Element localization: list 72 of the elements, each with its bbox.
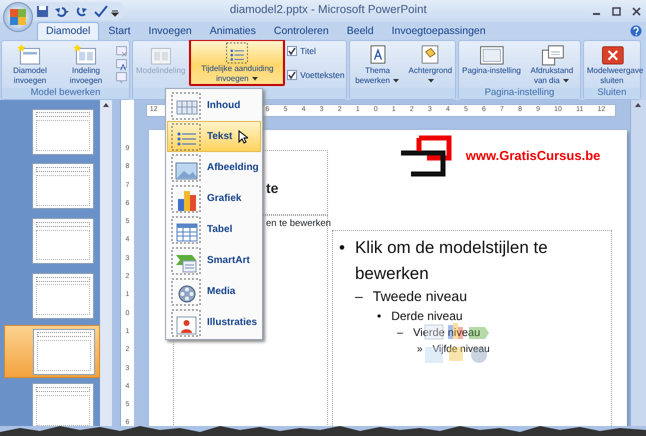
checkbox[interactable]: [287, 70, 298, 80]
ribbon-tab[interactable]: Controleren: [264, 22, 338, 40]
group-label: Model bewerken: [2, 88, 129, 99]
table-icon: [171, 216, 201, 244]
checkbox-label[interactable]: Voetteksten: [300, 68, 345, 82]
person-clipart-icon: [171, 308, 201, 336]
ribbon-button[interactable]: Thema bewerken: [350, 42, 405, 87]
film-reel-icon: [171, 278, 201, 306]
rename-icon[interactable]: [115, 58, 128, 71]
mouse-pointer-icon: [238, 130, 248, 144]
menu-item[interactable]: Media: [167, 276, 261, 307]
logo-text: www.GratisCursus.be: [466, 147, 600, 166]
slide-star-icon: [17, 43, 43, 66]
picture-icon: [171, 154, 201, 182]
office-logo-icon: [8, 7, 28, 27]
ribbon-tab[interactable]: Invoegen: [140, 22, 201, 40]
check-mark-icon: [288, 47, 296, 56]
close-icon[interactable]: [632, 6, 640, 16]
maximize-icon[interactable]: [612, 6, 620, 16]
slide-thumbnail[interactable]: [33, 328, 95, 374]
menu-item[interactable]: Tabel: [167, 214, 261, 245]
window-title: diamodel2.pptx - Microsoft PowerPoint: [228, 3, 428, 18]
ribbon-tab[interactable]: Animaties: [200, 22, 265, 40]
slide-thumbnail[interactable]: [32, 108, 94, 154]
ribbon-button[interactable]: Tijdelijke aanduiding invoegen: [189, 40, 286, 86]
help-icon[interactable]: [630, 25, 642, 37]
slide-thumbnail[interactable]: [32, 272, 94, 319]
bullet-marker: •: [339, 237, 345, 259]
bullet-text: Tweede niveau: [372, 287, 467, 306]
placeholder-icon: [224, 41, 250, 64]
ribbon-button[interactable]: Achtergrond: [406, 42, 454, 87]
ribbon-tab[interactable]: Beeld: [338, 22, 383, 40]
bullet-text: Vierde niveau: [413, 326, 480, 341]
ribbon-button[interactable]: Diamodel invoegen: [3, 42, 57, 87]
ribbon-tab[interactable]: Start: [99, 22, 140, 40]
save-icon[interactable]: [36, 4, 49, 18]
ribbon-button[interactable]: Indeling invoegen: [59, 42, 113, 87]
ribbon-tab[interactable]: Invoegtoepassingen: [382, 22, 495, 40]
ribbon-button[interactable]: Afdrukstand van dia: [524, 42, 579, 87]
checkbox[interactable]: [287, 46, 298, 56]
menu-item[interactable]: Illustraties: [167, 307, 261, 338]
bullet-marker: –: [397, 326, 404, 341]
bullet-text: Derde niveau: [391, 308, 463, 325]
bullet-marker: –: [355, 287, 363, 306]
text-fragment: en te bewerken: [266, 217, 331, 231]
bar-chart-icon: [171, 184, 201, 212]
menu-item[interactable]: Afbeelding: [167, 152, 261, 183]
slide-thumbnail[interactable]: [32, 163, 94, 210]
layout-star-icon: [73, 43, 99, 66]
group-label: Pagina-instelling: [459, 88, 580, 99]
bullet-marker: »: [417, 342, 423, 356]
check-mark-icon: [288, 70, 296, 79]
spelling-check-icon[interactable]: [93, 4, 108, 18]
slide-thumbnail[interactable]: [32, 383, 94, 426]
bullet-text: Klik om de modelstijlen te bewerken: [354, 237, 549, 284]
menu-item[interactable]: Inhoud: [167, 90, 261, 121]
smartart-icon: [171, 246, 201, 274]
scrollbar[interactable]: [100, 100, 112, 426]
menu-item[interactable]: SmartArt: [167, 245, 261, 276]
grid-icon: [171, 92, 201, 120]
menu-item[interactable]: Tekst: [167, 121, 261, 152]
group-label: Sluiten: [584, 88, 640, 99]
bullet-text: Vijfde niveau: [432, 342, 490, 356]
checkbox-label[interactable]: Titel: [300, 44, 316, 58]
ribbon-tab[interactable]: Diamodel: [37, 22, 100, 40]
slide-thumbnail[interactable]: [32, 218, 94, 264]
bullet-list-icon: [171, 122, 201, 150]
title-fragment: te: [266, 179, 278, 198]
bullet-marker: •: [377, 308, 382, 325]
scrollbar[interactable]: [630, 100, 646, 426]
ribbon-button[interactable]: Pagina-instelling: [460, 42, 523, 77]
menu-item[interactable]: Grafiek: [167, 183, 261, 214]
